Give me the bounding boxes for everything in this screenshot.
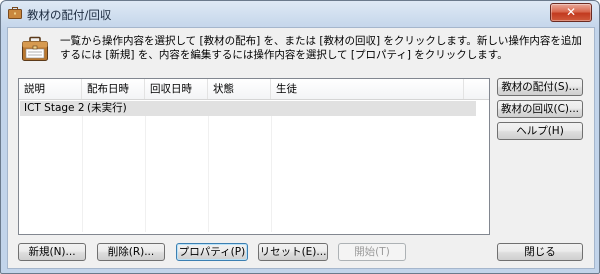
briefcase-icon xyxy=(22,36,48,61)
row-distributed: (未実行) xyxy=(87,102,127,114)
collect-button[interactable]: 教材の回収(C)... xyxy=(497,100,583,118)
new-button[interactable]: 新規(N)... xyxy=(18,243,86,261)
close-button[interactable]: ✕ xyxy=(550,3,592,22)
grid-line xyxy=(82,116,83,232)
row-status xyxy=(209,101,272,116)
close-icon: ✕ xyxy=(565,5,577,19)
help-button[interactable]: ヘルプ(H) xyxy=(497,122,583,140)
properties-button[interactable]: プロパティ(P) xyxy=(176,243,248,261)
list-header: 説明 配布日時 回収日時 状態 生徒 xyxy=(19,79,489,100)
close-dialog-button[interactable]: 閉じる xyxy=(497,243,583,261)
row-collected xyxy=(146,101,209,116)
column-header-description[interactable]: 説明 xyxy=(19,79,82,99)
start-button[interactable]: 開始(T) xyxy=(338,243,406,261)
table-row[interactable]: ICT Stage 2 (未実行) xyxy=(20,101,476,116)
row-description: ICT Stage 2 xyxy=(24,102,85,114)
column-header-status[interactable]: 状態 xyxy=(208,79,271,99)
dialog-body: 一覧から操作内容を選択して [教材の配布] を、または [教材の回収] をクリッ… xyxy=(7,27,595,269)
grid-line xyxy=(271,116,272,232)
delete-button[interactable]: 削除(R)... xyxy=(97,243,165,261)
column-header-collected[interactable]: 回収日時 xyxy=(145,79,208,99)
reset-button[interactable]: リセット(E)... xyxy=(258,243,328,261)
instruction-text: 一覧から操作内容を選択して [教材の配布] を、または [教材の回収] をクリッ… xyxy=(60,35,582,61)
title-bar[interactable]: 教材の配付/回収 ✕ xyxy=(1,1,599,27)
briefcase-icon xyxy=(8,7,22,19)
column-header-distributed[interactable]: 配布日時 xyxy=(82,79,145,99)
dialog-window: 教材の配付/回収 ✕ 一覧から操作内容を選択して [教材の配布] を、または [… xyxy=(0,0,600,274)
grid-line xyxy=(145,116,146,232)
column-header-students[interactable]: 生徒 xyxy=(271,79,464,99)
grid-line xyxy=(208,116,209,232)
distribute-button[interactable]: 教材の配付(S)... xyxy=(497,78,583,96)
window-title: 教材の配付/回収 xyxy=(27,8,112,22)
task-list[interactable]: 説明 配布日時 回収日時 状態 生徒 ICT Stage 2 (未実行) xyxy=(18,78,490,235)
row-students xyxy=(272,101,465,116)
